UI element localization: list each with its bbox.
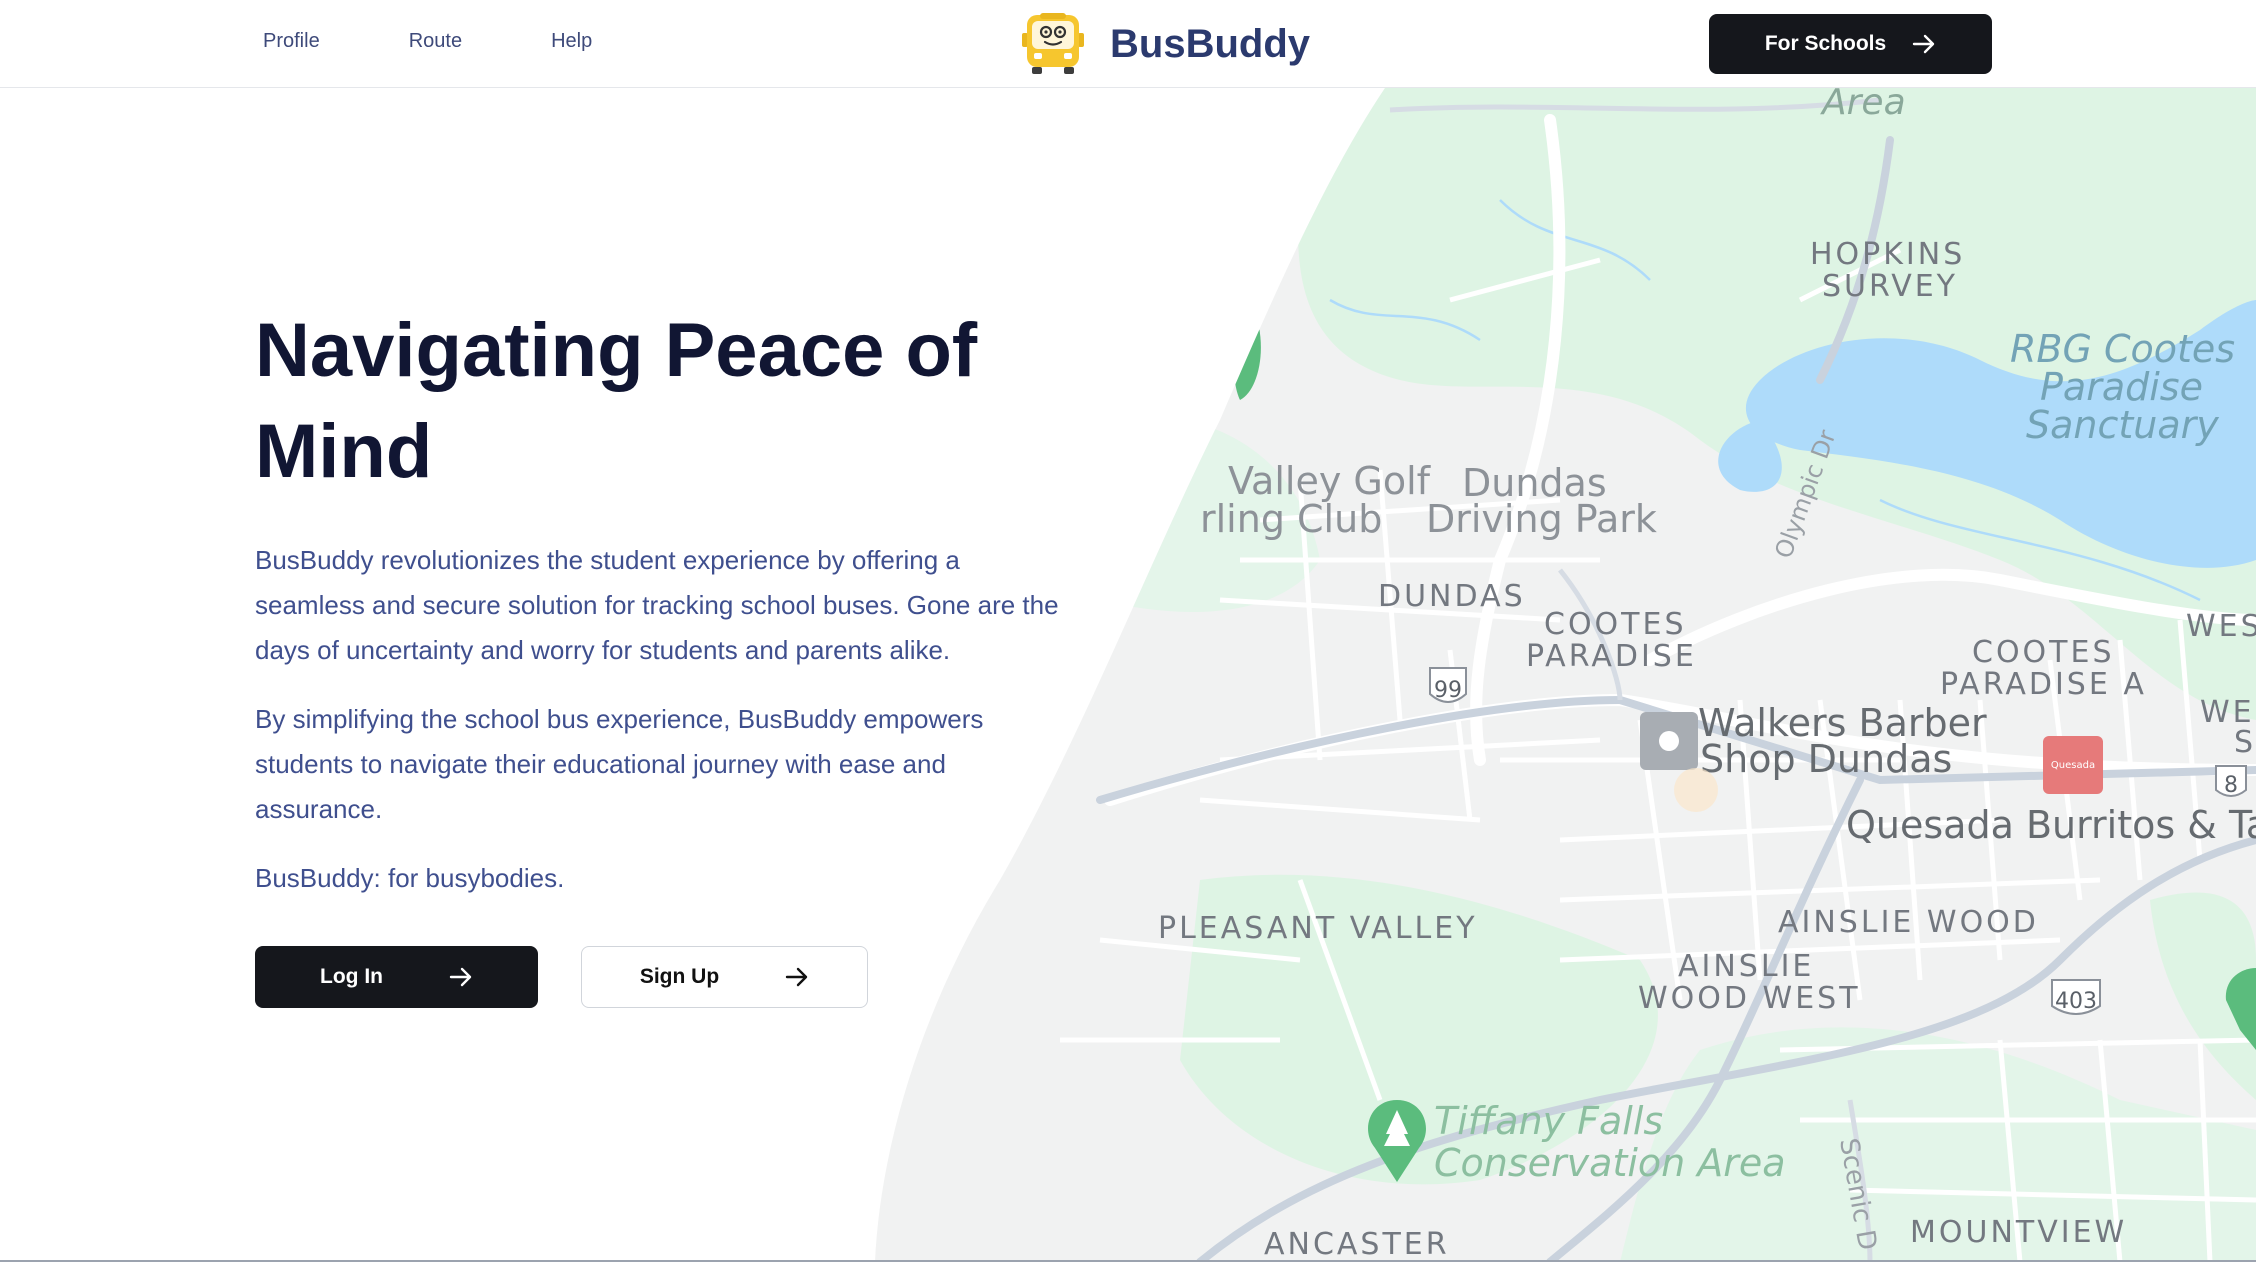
hero-tagline: BusBuddy: for busybodies.: [255, 863, 565, 893]
brand-name: BusBuddy: [1110, 21, 1310, 66]
login-label: Log In: [320, 965, 383, 988]
highway-99-shield: 99: [1429, 667, 1467, 703]
map-label: DUNDAS: [1378, 579, 1526, 614]
brand[interactable]: BusBuddy: [1020, 13, 1310, 75]
title-line-1: Navigating Peace of: [255, 308, 978, 393]
map-label: rling Club: [1200, 497, 1382, 541]
map-label: Driving Park: [1426, 497, 1657, 541]
highway-403-shield: 403: [2051, 979, 2101, 1015]
map-label: WOOD WEST: [1638, 981, 1861, 1016]
map-label: WES: [2186, 609, 2256, 644]
map-label: COOTES: [1544, 607, 1687, 642]
main-nav: Profile Route Help: [263, 30, 681, 53]
svg-text:403: 403: [2055, 989, 2097, 1014]
hero-actions: Log In Sign Up: [255, 946, 868, 1008]
map-label: AINSLIE WOOD: [1778, 905, 2039, 940]
map-label: MOUNTVIEW: [1910, 1215, 2127, 1250]
restaurant-pin-icon[interactable]: Quesada: [2043, 736, 2103, 794]
title-line-2: Mind: [255, 409, 433, 494]
signup-button[interactable]: Sign Up: [581, 946, 868, 1008]
svg-text:99: 99: [1434, 678, 1462, 703]
map-label: SURVEY: [1822, 269, 1958, 304]
nav-link-help[interactable]: Help: [551, 30, 592, 53]
for-schools-button[interactable]: For Schools: [1709, 14, 1992, 74]
map-label: Sanctuary: [2026, 403, 2219, 447]
map-label: COOTES: [1972, 635, 2115, 670]
arrow-right-icon: [449, 967, 473, 987]
hero-section: Navigating Peace of Mind BusBuddy revolu…: [255, 300, 1075, 901]
map-label: Quesada Burritos & Tac: [1846, 803, 2256, 847]
bus-face-icon: [1022, 13, 1084, 74]
map-label: PLEASANT VALLEY: [1158, 911, 1478, 946]
top-header: Profile Route Help BusBuddy For Schools: [0, 0, 2256, 88]
map-label: S: [2234, 725, 2256, 760]
arrow-right-icon: [1912, 34, 1936, 54]
signup-label: Sign Up: [639, 965, 720, 988]
map-label: AINSLIE: [1678, 949, 1814, 984]
hero-paragraph-benefits: By simplifying the school bus experience…: [255, 704, 984, 824]
arrow-right-icon: [785, 967, 809, 987]
nav-link-profile[interactable]: Profile: [263, 30, 320, 53]
for-schools-label: For Schools: [1764, 32, 1887, 55]
map-label: ANCASTER: [1264, 1227, 1450, 1262]
barber-pin-icon[interactable]: [1640, 712, 1698, 770]
map-label: Conservation Area: [1434, 1141, 1786, 1185]
map-label: HOPKINS: [1810, 237, 1965, 272]
highway-8-shield: 8: [2215, 765, 2247, 798]
map-label: PARADISE: [1526, 639, 1697, 674]
map-label: PARADISE A: [1940, 667, 2147, 702]
map-label: Area: [1820, 88, 1906, 123]
svg-text:Quesada: Quesada: [2051, 760, 2095, 771]
login-button[interactable]: Log In: [255, 946, 538, 1008]
hero-paragraph-intro: BusBuddy revolutionizes the student expe…: [255, 545, 1059, 665]
map-label: Shop Dundas: [1700, 737, 1952, 781]
svg-text:8: 8: [2224, 773, 2238, 798]
page-title: Navigating Peace of Mind: [255, 300, 1075, 502]
map-label: Tiffany Falls: [1434, 1099, 1663, 1143]
nav-link-route[interactable]: Route: [409, 30, 462, 53]
